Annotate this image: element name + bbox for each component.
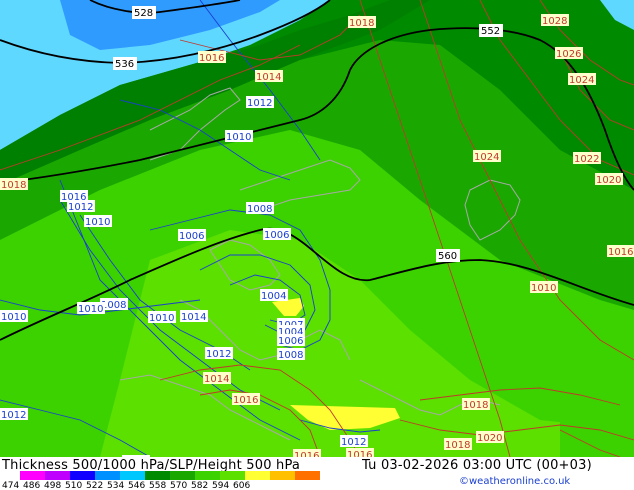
isobar-label: 1016 (608, 247, 633, 258)
scale-tick: 522 (86, 481, 104, 490)
isobar-label: 1012 (341, 437, 366, 448)
height-label: 552 (481, 26, 500, 37)
scale-swatch (20, 471, 45, 480)
scale-tick: 534 (107, 481, 125, 490)
isobar-label: 1012 (247, 98, 272, 109)
scale-tick: 498 (44, 481, 62, 490)
map-footer: Thickness 500/1000 hPa/SLP/Height 500 hP… (0, 457, 634, 490)
scale-tick: 606 (233, 481, 251, 490)
scale-swatch (270, 471, 295, 480)
isobar-label: 1028 (542, 16, 567, 27)
scale-tick: 570 (170, 481, 188, 490)
isobar-label: 1010 (149, 313, 174, 324)
isobar-label: 1024 (569, 75, 594, 86)
height-label: 536 (115, 59, 134, 70)
isobar-label: 1006 (179, 231, 204, 242)
isobar-label: 1018 (1, 180, 26, 191)
isobar-label: 1012 (68, 202, 93, 213)
isobar-label: 1010 (531, 283, 556, 294)
isobar-label: 1006 (278, 336, 303, 347)
isobar-label: 1018 (349, 18, 374, 29)
height-label: 528 (134, 8, 153, 19)
scale-swatch (295, 471, 320, 480)
isobar-label: 1014 (181, 312, 206, 323)
scale-tick: 558 (149, 481, 167, 490)
scale-swatch (170, 471, 195, 480)
isobar-label: 1010 (1, 312, 26, 323)
field-green-se (560, 380, 634, 457)
color-scale-ticks: 474 486 498 510 522 534 546 558 570 582 594 606 (2, 481, 254, 490)
scale-tick: 582 (191, 481, 209, 490)
isobar-label: 1020 (596, 175, 621, 186)
color-scale (20, 471, 320, 480)
scale-tick: 474 (2, 481, 20, 490)
isobar-label: 1016 (199, 53, 224, 64)
isobar-label: 1018 (445, 440, 470, 451)
isobar-label: 1010 (226, 132, 251, 143)
valid-time: Tu 03-02-2026 03:00 UTC (00+03) (362, 458, 592, 473)
isobar-label: 1010 (78, 304, 103, 315)
isobar-label: 1014 (256, 72, 281, 83)
isobar-label: 1014 (204, 374, 229, 385)
isobar-label: 1022 (574, 154, 599, 165)
isobar-label: 1016 (233, 395, 258, 406)
scale-swatch (245, 471, 270, 480)
thickness-map: 528 536 552 560 1028 1018 1016 1014 1012 1010… (0, 0, 634, 457)
isobar-label: 1016 (347, 450, 372, 457)
scale-tick: 546 (128, 481, 146, 490)
isobar-label: 1008 (278, 350, 303, 361)
scale-tick: 486 (23, 481, 41, 490)
isobar-label: 1018 (463, 400, 488, 411)
isobar-label: 1020 (477, 433, 502, 444)
scale-swatch (95, 471, 120, 480)
scale-swatch (70, 471, 95, 480)
isobar-label: 1004 (261, 291, 286, 302)
height-label: 560 (438, 251, 457, 262)
isobar-label: 1012 (1, 410, 26, 421)
isobar-label: 1010 (85, 217, 110, 228)
credit-link[interactable]: ©weatheronline.co.uk (459, 476, 570, 487)
scale-swatch (120, 471, 145, 480)
isobar-label: 1008 (247, 204, 272, 215)
isobar-label: 1012 (206, 349, 231, 360)
isobar-label: 1026 (556, 49, 581, 60)
scale-tick: 594 (212, 481, 230, 490)
isobar-label: 1024 (474, 152, 499, 163)
scale-swatch (195, 471, 220, 480)
scale-swatch (220, 471, 245, 480)
scale-tick: 510 (65, 481, 83, 490)
weather-map-panel: 528 536 552 560 1028 1018 1016 1014 1012 1010… (0, 0, 634, 490)
scale-swatch (145, 471, 170, 480)
isobar-label: 1006 (264, 230, 289, 241)
scale-swatch (45, 471, 70, 480)
